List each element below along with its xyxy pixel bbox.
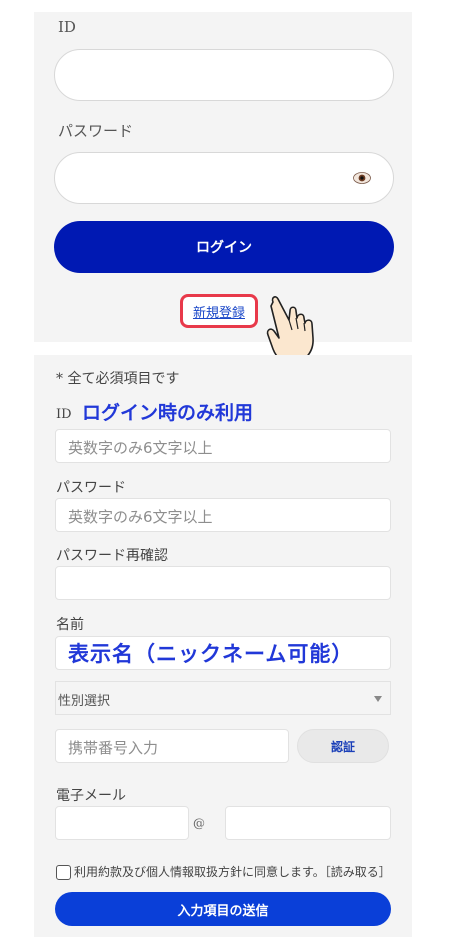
email-domain-input[interactable] xyxy=(225,806,391,840)
register-panel: * 全て必須項目です ID ログイン時のみ利用 英数字のみ6文字以上 パスワード… xyxy=(34,355,412,937)
register-link[interactable]: 新規登録 xyxy=(180,294,258,328)
agree-text[interactable]: 利用約款及び個人情報取扱方針に同意します。［読み取る］ xyxy=(74,863,391,880)
login-panel: ID パスワード ログイン 新規登録 xyxy=(34,12,412,342)
email-at-sign: @ xyxy=(193,816,205,830)
chevron-down-icon xyxy=(374,696,382,702)
phone-input[interactable]: 携帯番号入力 xyxy=(55,729,289,763)
auth-button[interactable]: 認証 xyxy=(297,729,389,763)
password-label: パスワード xyxy=(58,122,134,140)
reg-id-placeholder: 英数字のみ6文字以上 xyxy=(68,439,213,457)
reg-id-input[interactable]: 英数字のみ6文字以上 xyxy=(55,429,391,463)
email-local-input[interactable] xyxy=(55,806,189,840)
id-label: ID xyxy=(58,18,76,36)
gender-select[interactable]: 性別選択 xyxy=(55,681,391,715)
reg-password-input[interactable]: 英数字のみ6文字以上 xyxy=(55,498,391,532)
required-note: * 全て必須項目です xyxy=(56,371,180,387)
password-confirm-input[interactable] xyxy=(55,566,391,600)
id-input[interactable] xyxy=(54,49,394,101)
reg-id-label: ID xyxy=(56,407,72,422)
eye-icon[interactable] xyxy=(353,172,371,184)
name-label: 名前 xyxy=(56,617,84,633)
login-button[interactable]: ログイン xyxy=(54,221,394,273)
submit-button[interactable]: 入力項目の送信 xyxy=(55,892,391,926)
agree-checkbox[interactable] xyxy=(56,865,71,880)
reg-password-label: パスワード xyxy=(56,480,126,496)
email-label: 電子メール xyxy=(56,788,126,804)
id-note: ログイン時のみ利用 xyxy=(82,402,254,424)
gender-select-value: 性別選択 xyxy=(58,694,111,709)
reg-password-placeholder: 英数字のみ6文字以上 xyxy=(68,508,213,526)
password-confirm-label: パスワード再確認 xyxy=(56,548,168,564)
name-note: 表示名（ニックネーム可能） xyxy=(68,642,354,666)
phone-placeholder: 携帯番号入力 xyxy=(68,739,159,757)
password-input[interactable] xyxy=(54,152,394,204)
